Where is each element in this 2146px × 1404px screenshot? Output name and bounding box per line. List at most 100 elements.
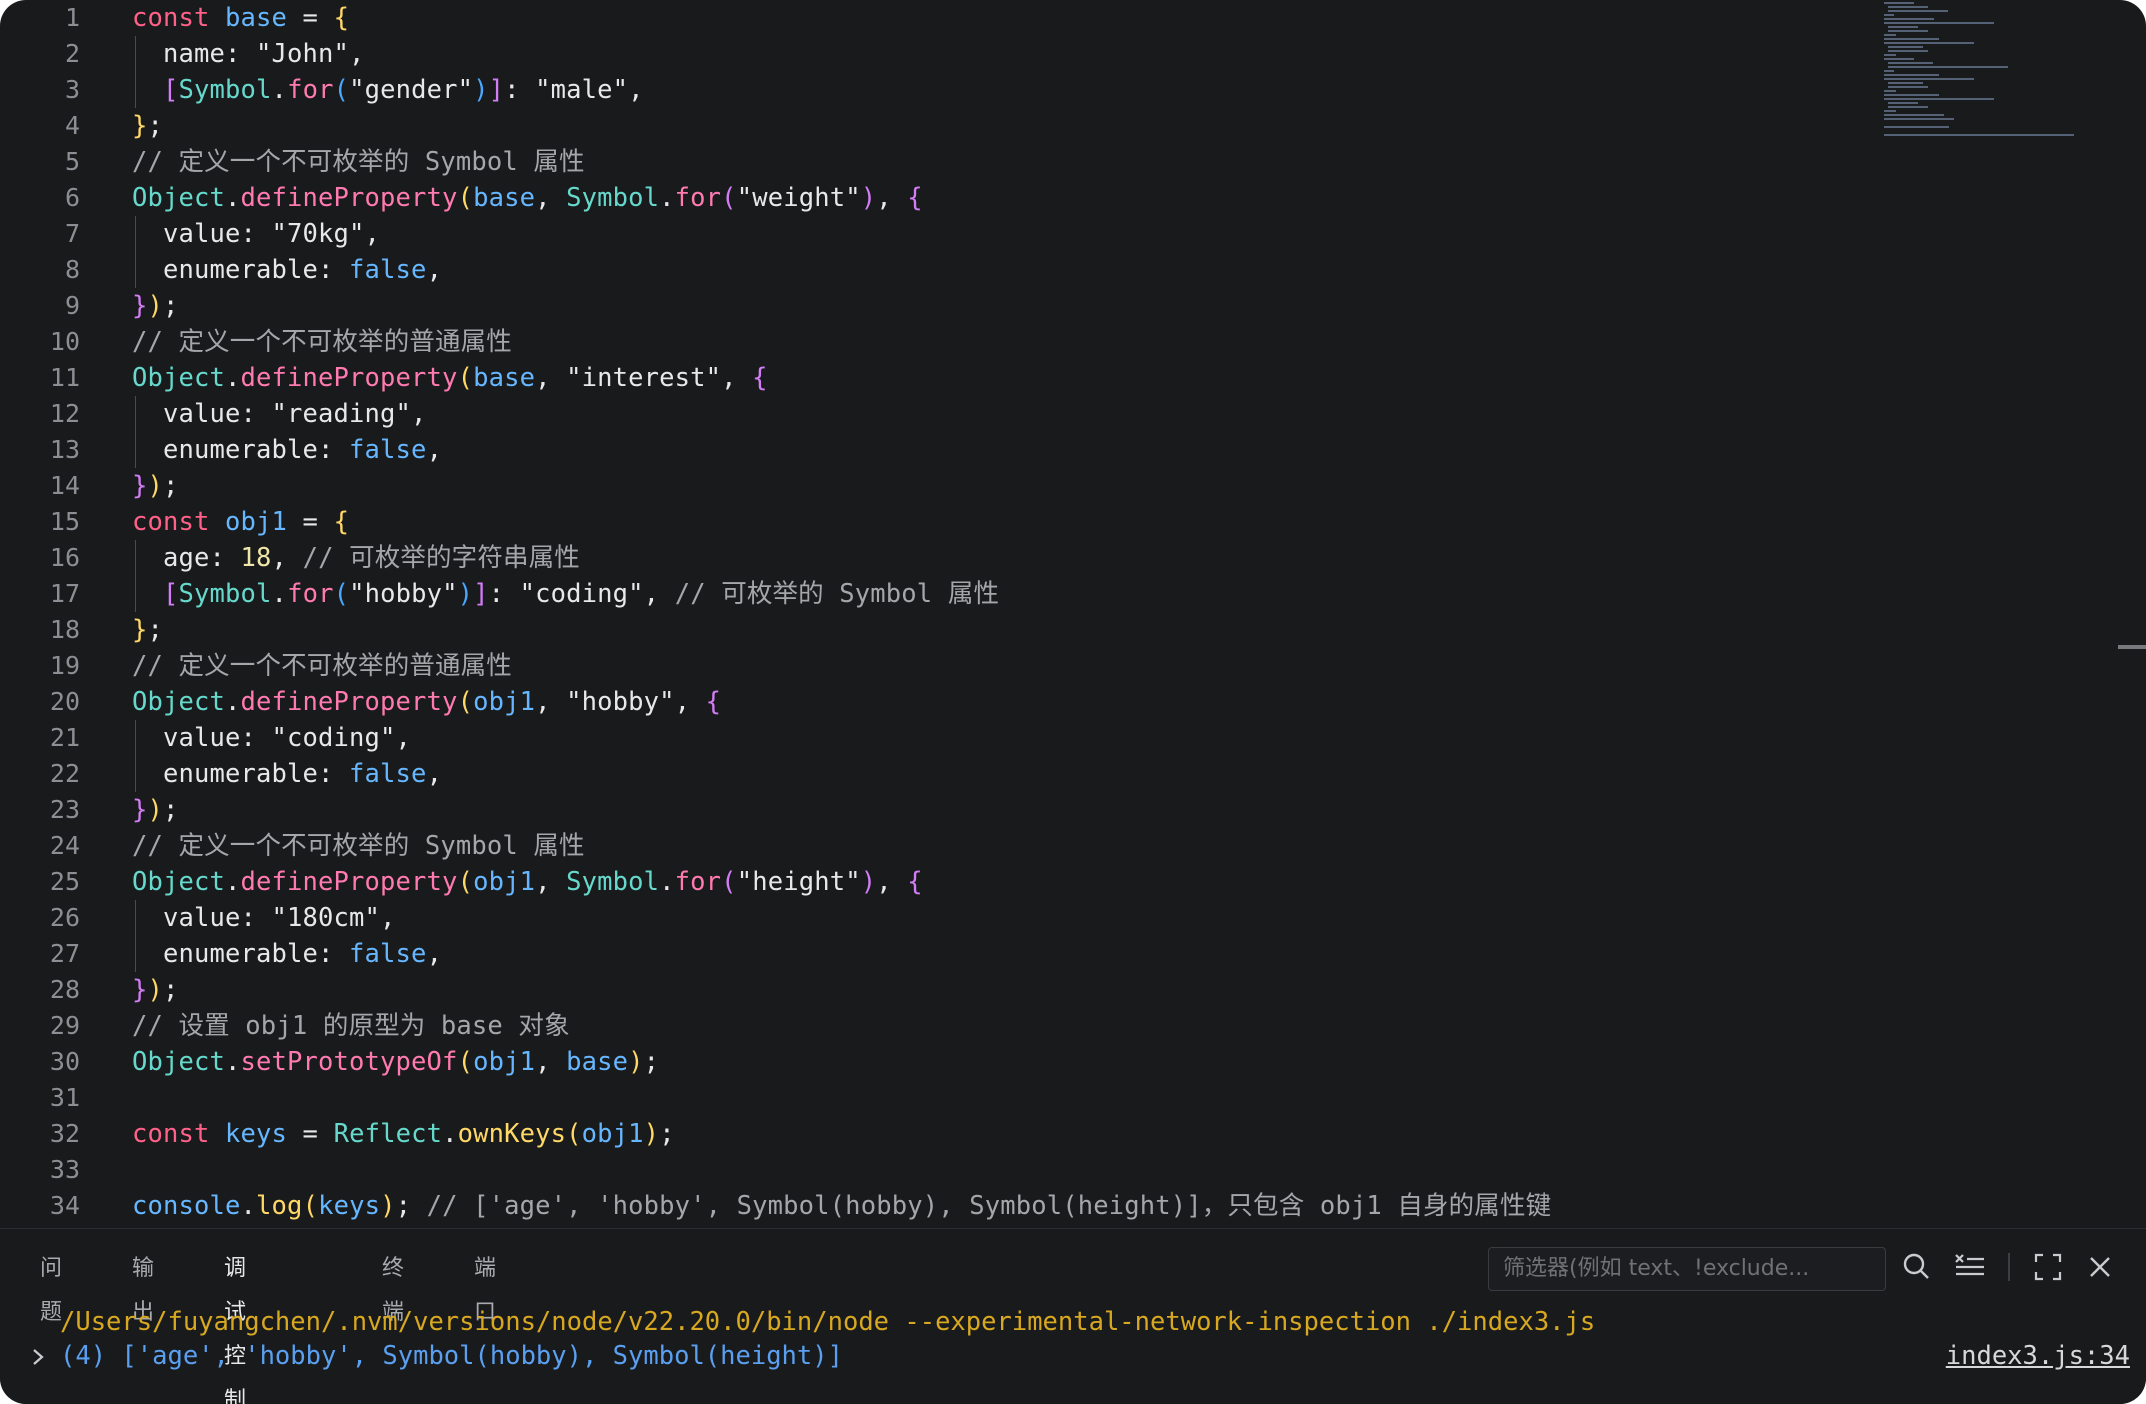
line-number: 30 (49, 1047, 80, 1076)
line-code: }); (132, 795, 179, 825)
code-line: 31 (0, 1080, 1880, 1116)
tab-problems[interactable]: 问题 (40, 1247, 62, 1335)
code-line: 27 enumerable: false, (0, 936, 1880, 972)
line-number: 20 (49, 687, 80, 716)
line-code: }); (132, 291, 179, 321)
line-number: 8 (64, 255, 80, 284)
code-line: 20 Object.defineProperty(obj1, "hobby", { (0, 684, 1880, 720)
line-code: Object.defineProperty(base, "interest", … (132, 363, 768, 393)
line-number: 31 (49, 1083, 80, 1112)
line-number: 33 (49, 1155, 80, 1184)
line-number: 2 (64, 39, 80, 68)
code-line: 22 enumerable: false, (0, 756, 1880, 792)
code-line: 6 Object.defineProperty(base, Symbol.for(… (0, 180, 1880, 216)
code-line: 18}; (0, 612, 1880, 648)
code-line: 7 value: "70kg", (0, 216, 1880, 252)
code-line: 12 value: "reading", (0, 396, 1880, 432)
code-comment: // 可枚举的 Symbol 属性 (674, 579, 1000, 609)
line-code: value: "reading", (132, 399, 427, 429)
code-line: 23}); (0, 792, 1880, 828)
code-line: 32 const keys = Reflect.ownKeys(obj1); (0, 1116, 1880, 1152)
line-code: value: "coding", (132, 723, 412, 753)
line-number: 11 (49, 363, 80, 392)
line-code: }; (132, 615, 164, 645)
clear-console-icon[interactable] (1952, 1249, 1988, 1285)
code-line: 11 Object.defineProperty(base, "interest"… (0, 360, 1880, 396)
line-number: 1 (64, 3, 80, 32)
line-code: enumerable: false, (132, 939, 443, 969)
code-line: 28}); (0, 972, 1880, 1008)
line-number: 26 (49, 903, 80, 932)
line-code: const keys = Reflect.ownKeys(obj1); (132, 1119, 675, 1149)
line-number: 25 (49, 867, 80, 896)
search-icon[interactable] (1898, 1249, 1934, 1285)
code-line: 26 value: "180cm", (0, 900, 1880, 936)
source-location-link[interactable]: index3.js:34 (1946, 1339, 2130, 1373)
line-number: 14 (49, 471, 80, 500)
code-comment: // 定义一个不可枚举的普通属性 (132, 327, 512, 357)
code-line: 15 const obj1 = { (0, 504, 1880, 540)
console-output-line[interactable]: (4) ['age', 'hobby', Symbol(hobby), Symb… (60, 1339, 843, 1373)
line-code: const base = { (132, 3, 350, 33)
code-comment: // 可枚举的字符串属性 (302, 543, 580, 573)
line-number: 15 (49, 507, 80, 536)
line-number: 24 (49, 831, 80, 860)
maximize-panel-icon[interactable] (2030, 1249, 2066, 1285)
line-number: 19 (49, 651, 80, 680)
scrollbar-marker[interactable] (2118, 645, 2146, 649)
line-number: 34 (49, 1191, 80, 1220)
line-code: }; (132, 111, 164, 141)
line-number: 9 (64, 291, 80, 320)
line-number: 29 (49, 1011, 80, 1040)
line-code: name: "John", (132, 39, 365, 69)
code-line: 9}); (0, 288, 1880, 324)
line-code: }); (132, 975, 179, 1005)
filter-input[interactable] (1488, 1247, 1886, 1291)
line-code: const obj1 = { (132, 507, 350, 537)
line-number: 22 (49, 759, 80, 788)
line-number: 18 (49, 615, 80, 644)
code-line: 30 Object.setPrototypeOf(obj1, base); (0, 1044, 1880, 1080)
line-number: 28 (49, 975, 80, 1004)
code-editor[interactable]: 1 const base = { 2 name: "John", 3 [Symbo… (0, 0, 2146, 1228)
code-line: 10 // 定义一个不可枚举的普通属性 (0, 324, 1880, 360)
code-comment: // 定义一个不可枚举的 Symbol 属性 (132, 147, 585, 177)
line-code: console.log(keys); // ['age', 'hobby', S… (132, 1191, 1552, 1221)
code-line: 29 // 设置 obj1 的原型为 base 对象 (0, 1008, 1880, 1044)
line-number: 5 (64, 147, 80, 176)
line-code: age: 18, // 可枚举的字符串属性 (132, 543, 580, 573)
vscode-window: 1 const base = { 2 name: "John", 3 [Symbo… (0, 0, 2146, 1404)
code-line: 33 (0, 1152, 1880, 1188)
chevron-right-icon[interactable] (28, 1347, 48, 1367)
line-code: enumerable: false, (132, 255, 443, 285)
minimap[interactable] (1880, 0, 2080, 140)
line-code: value: "70kg", (132, 219, 381, 249)
console-command-line: /Users/fuyangchen/.nvm/versions/node/v22… (60, 1307, 1596, 1337)
line-number: 17 (49, 579, 80, 608)
code-line: 4}; (0, 108, 1880, 144)
code-comment: // ['age', 'hobby', Symbol(hobby), Symbo… (426, 1191, 1552, 1221)
code-line: 34 console.log(keys); // ['age', 'hobby',… (0, 1188, 1880, 1224)
toolbar-divider (2008, 1253, 2010, 1281)
line-number: 7 (64, 219, 80, 248)
code-line: 16 age: 18, // 可枚举的字符串属性 (0, 540, 1880, 576)
code-line: 14}); (0, 468, 1880, 504)
code-line: 19 // 定义一个不可枚举的普通属性 (0, 648, 1880, 684)
line-number: 10 (49, 327, 80, 356)
code-line: 24 // 定义一个不可枚举的 Symbol 属性 (0, 828, 1880, 864)
line-code: Object.defineProperty(obj1, Symbol.for("… (132, 867, 923, 897)
close-panel-icon[interactable] (2082, 1249, 2118, 1285)
line-number: 27 (49, 939, 80, 968)
code-comment: // 设置 obj1 的原型为 base 对象 (132, 1011, 570, 1041)
line-number: 4 (64, 111, 80, 140)
line-code: enumerable: false, (132, 435, 443, 465)
line-number: 3 (64, 75, 80, 104)
line-number: 12 (49, 399, 80, 428)
code-line: 13 enumerable: false, (0, 432, 1880, 468)
line-code: value: "180cm", (132, 903, 396, 933)
line-number: 16 (49, 543, 80, 572)
line-code: Object.setPrototypeOf(obj1, base); (132, 1047, 660, 1077)
code-line: 25 Object.defineProperty(obj1, Symbol.for… (0, 864, 1880, 900)
line-code: Object.defineProperty(obj1, "hobby", { (132, 687, 722, 717)
line-number: 13 (49, 435, 80, 464)
